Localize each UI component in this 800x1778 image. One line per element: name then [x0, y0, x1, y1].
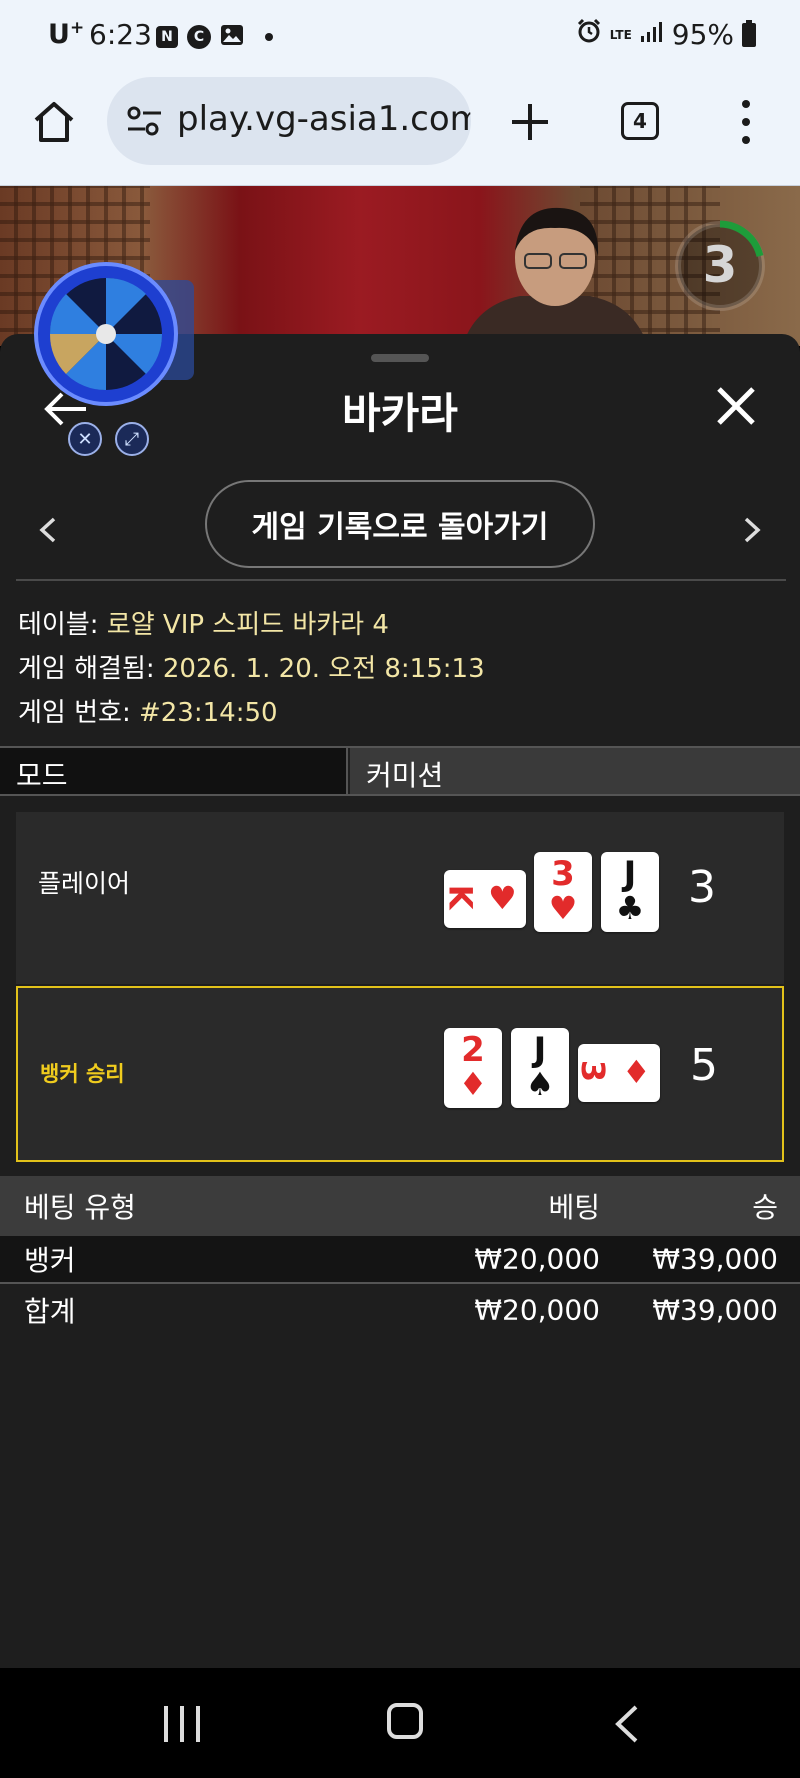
player-card-3: J ♣: [601, 852, 659, 932]
game-number-info: 게임 번호: #23:14:50: [18, 698, 278, 728]
table-row: 뱅커 ₩20,000 ₩39,000: [0, 1236, 800, 1284]
sheet-grabber[interactable]: [371, 354, 429, 362]
clock: 6:23: [89, 18, 152, 51]
banker-card-1: 2 ♦: [444, 1028, 502, 1108]
win-amount-cell: ₩39,000: [652, 1242, 778, 1276]
previous-game-icon[interactable]: [36, 516, 60, 544]
player-card-2: 3 ♥: [534, 852, 592, 932]
naver-notification-icon: N: [156, 26, 178, 48]
table-info: 테이블: 로얄 VIP 스피드 바카라 4: [18, 610, 389, 640]
home-icon[interactable]: [30, 98, 78, 146]
nav-home-icon[interactable]: [387, 1703, 423, 1739]
close-icon[interactable]: [714, 384, 758, 428]
back-to-history-button[interactable]: 게임 기록으로 돌아가기: [205, 480, 595, 568]
more-notifications-icon: [265, 33, 273, 41]
game-detail-panel: 바카라 게임 기록으로 돌아가기 테이블: 로얄 VIP 스피드 바카라 4 게…: [0, 334, 800, 1668]
site-settings-icon[interactable]: [125, 105, 165, 137]
c-notification-icon: C: [187, 25, 211, 49]
player-label: 플레이어: [38, 869, 131, 898]
mode-value: 커미션: [350, 748, 800, 794]
next-game-icon[interactable]: [740, 516, 764, 544]
total-label: 합계: [24, 1295, 76, 1328]
wheel-close-icon[interactable]: ✕: [68, 422, 102, 456]
total-bet: ₩20,000: [474, 1293, 600, 1327]
recent-apps-icon[interactable]: [164, 1706, 200, 1742]
dealer-image: [462, 207, 648, 346]
lte-icon: LTE: [609, 27, 632, 42]
resolved-info: 게임 해결됨: 2026. 1. 20. 오전 8:15:13: [18, 654, 485, 684]
header-win: 승: [752, 1191, 778, 1224]
bets-table-header: 베팅 유형 베팅 승: [0, 1176, 800, 1236]
total-win: ₩39,000: [652, 1293, 778, 1327]
header-bet: 베팅: [548, 1191, 600, 1224]
system-nav-bar: [0, 1668, 800, 1778]
banker-score: 5: [690, 1040, 718, 1091]
banker-card-2: J ♠: [511, 1028, 569, 1108]
bet-amount-cell: ₩20,000: [474, 1242, 600, 1276]
browser-toolbar: play.vg-asia1.com 4: [0, 68, 800, 186]
wheel-widget-icon[interactable]: [34, 262, 196, 412]
battery-icon: [742, 19, 756, 47]
signal-icon: [640, 18, 664, 51]
player-score: 3: [688, 862, 716, 913]
banker-result: 뱅커 승리 2 ♦ J ♠ 3 ♦ 5: [16, 986, 784, 1162]
url-text: play.vg-asia1.com: [177, 99, 471, 139]
nav-back-icon[interactable]: [612, 1704, 642, 1744]
player-result: 플레이어 K ♥ 3 ♥ J ♣ 3: [16, 812, 784, 984]
tab-switcher-button[interactable]: 4: [621, 102, 659, 140]
divider: [16, 579, 786, 581]
wheel-expand-icon[interactable]: ⤢: [115, 422, 149, 456]
game-number: #23:14:50: [138, 698, 278, 728]
bet-type-cell: 뱅커: [24, 1244, 76, 1277]
mode-row: 모드 커미션: [0, 746, 800, 796]
table-name: 로얄 VIP 스피드 바카라 4: [106, 610, 389, 640]
banker-card-3: 3 ♦: [574, 1044, 660, 1102]
new-tab-icon[interactable]: [508, 100, 552, 144]
header-bet-type: 베팅 유형: [24, 1191, 136, 1224]
mode-label: 모드: [0, 748, 348, 794]
address-bar[interactable]: play.vg-asia1.com: [107, 77, 471, 165]
more-menu-icon[interactable]: [734, 100, 758, 144]
alarm-icon: [576, 18, 602, 51]
player-card-1: K ♥: [441, 870, 526, 928]
status-bar: U+ 6:23 N C LTE 95%: [0, 0, 800, 68]
banker-win-label: 뱅커 승리: [40, 1062, 125, 1086]
battery-percent: 95%: [671, 18, 734, 51]
resolved-time: 2026. 1. 20. 오전 8:15:13: [162, 654, 485, 684]
countdown-number: 3: [702, 236, 738, 294]
carrier-label: U+: [48, 18, 85, 50]
total-row: 합계 ₩20,000 ₩39,000: [0, 1286, 800, 1334]
gallery-notification-icon: [220, 23, 244, 51]
